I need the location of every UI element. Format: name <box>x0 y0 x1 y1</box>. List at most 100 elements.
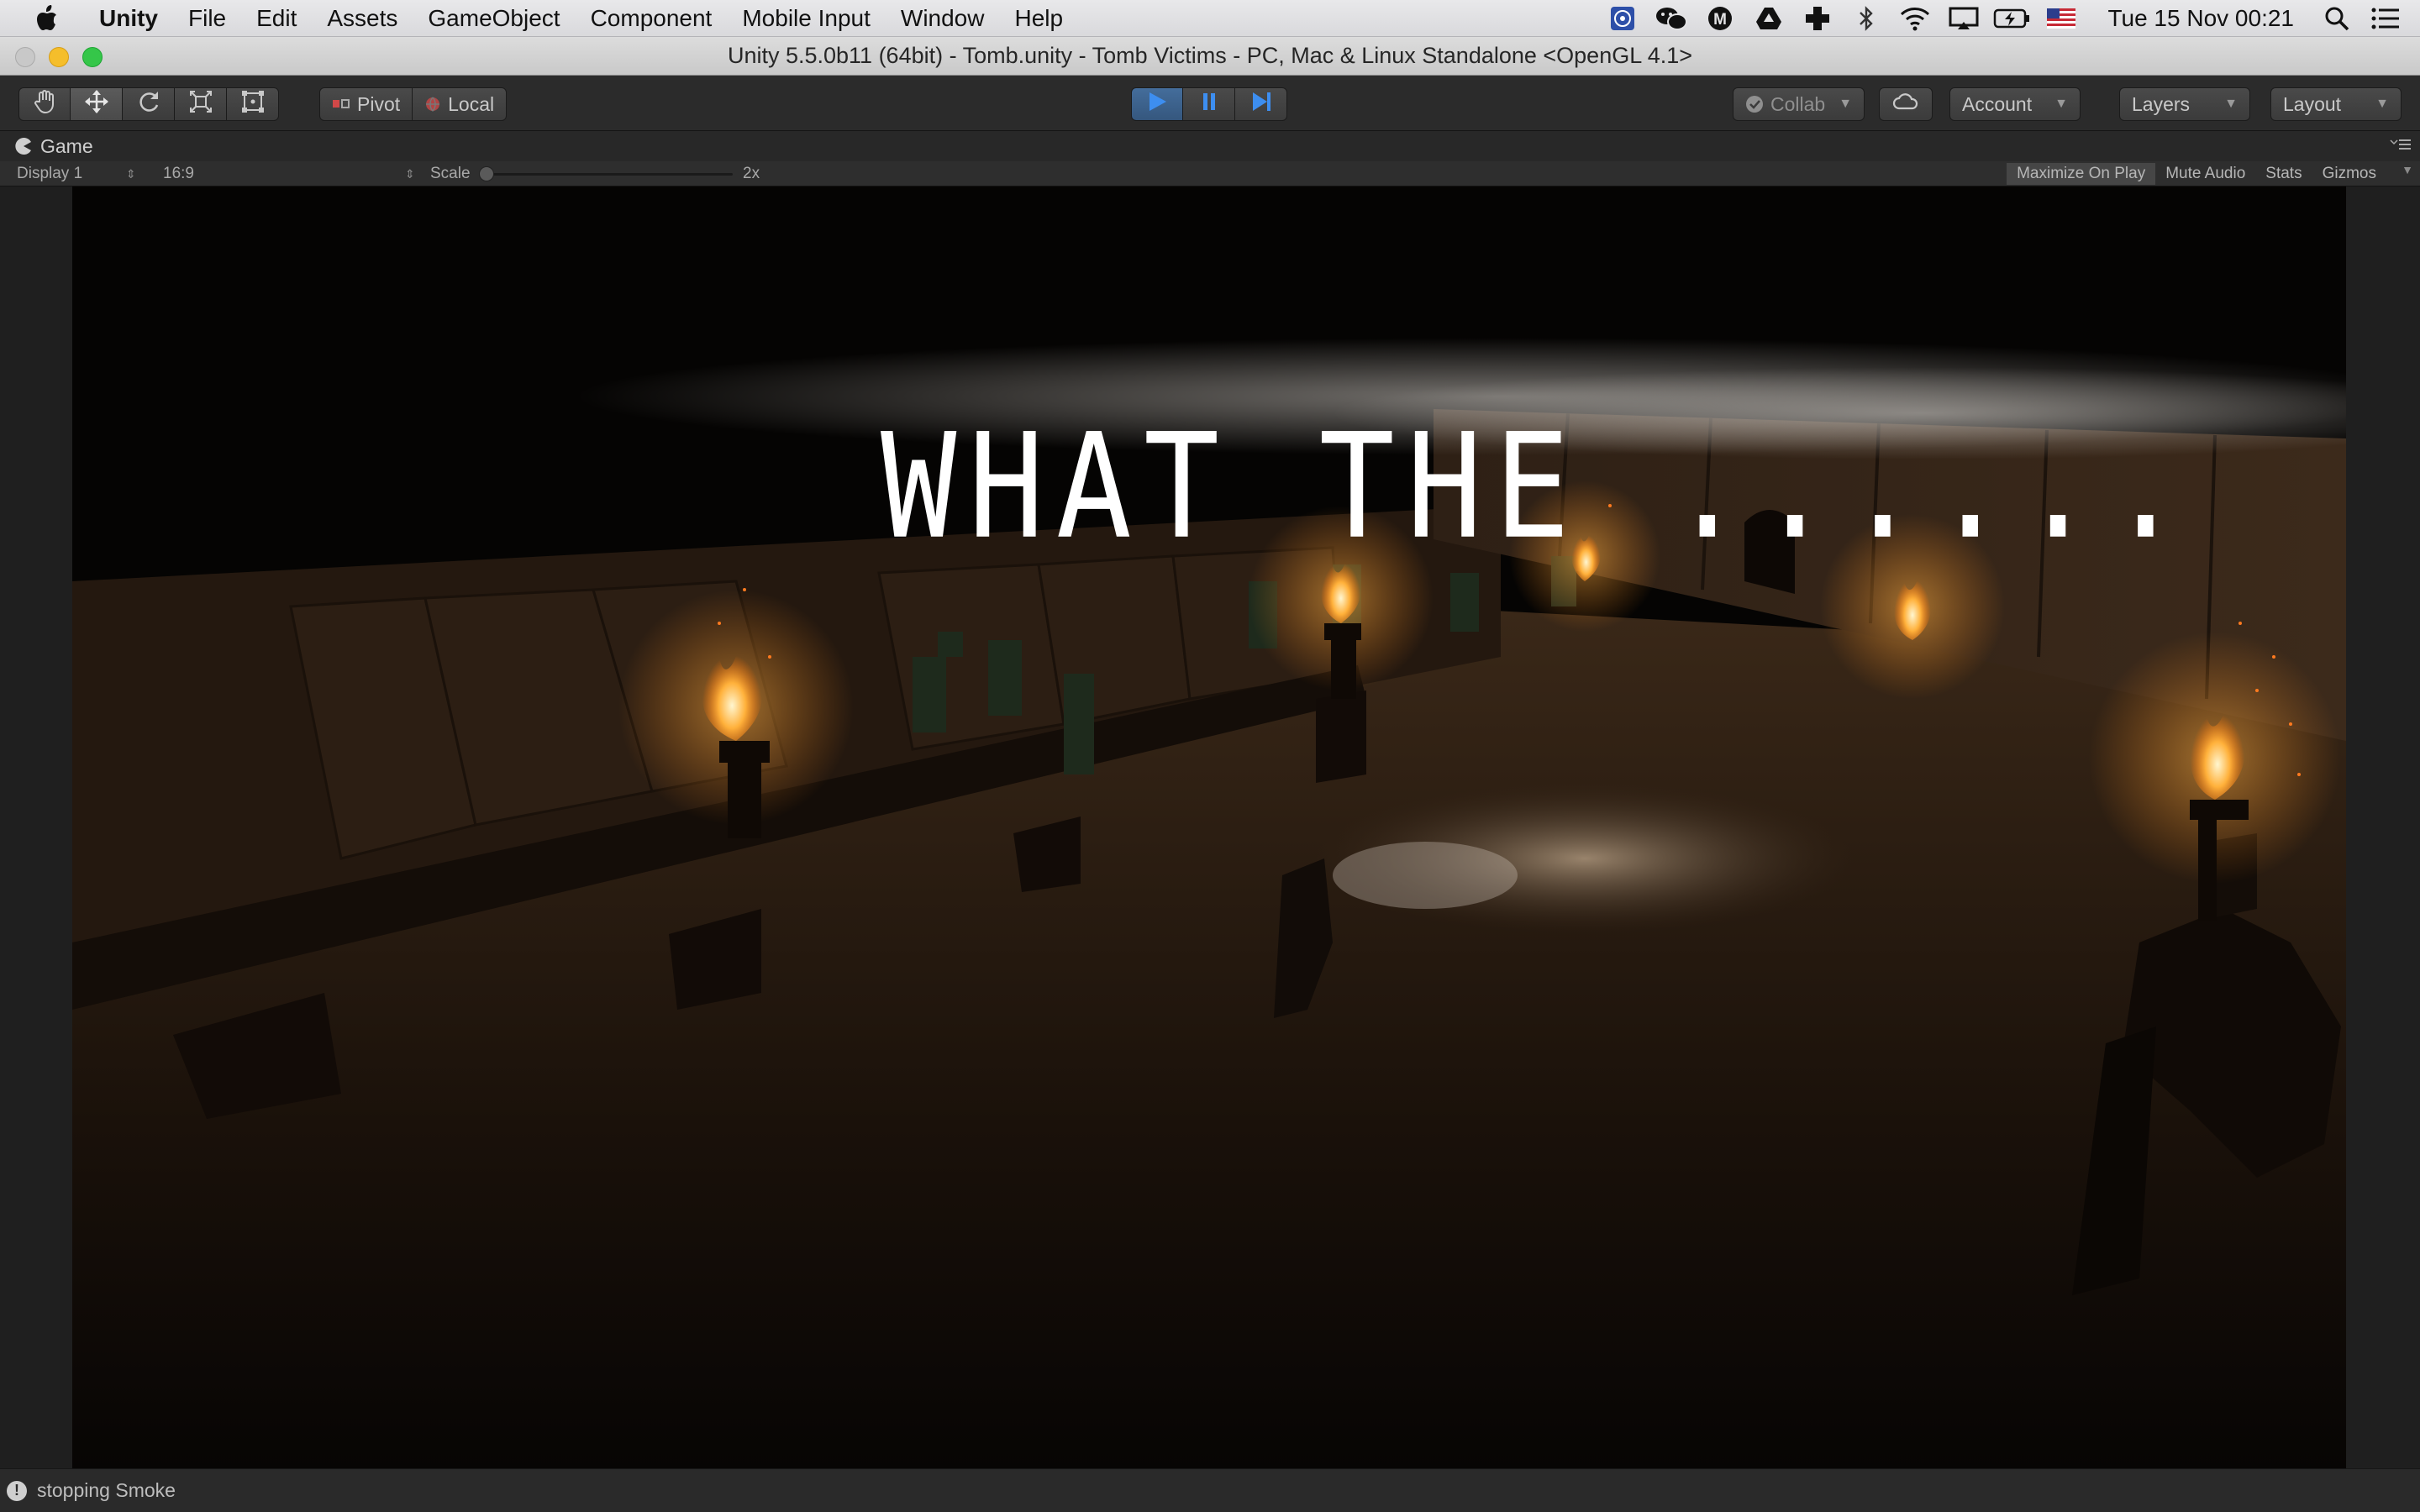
game-panel-tab-bar: Game <box>0 131 2420 161</box>
menu-gameobject[interactable]: GameObject <box>413 0 575 37</box>
collab-label: Collab <box>1770 92 1826 115</box>
layout-group: Layout ▼ <box>2270 87 2402 121</box>
notification-center-icon[interactable] <box>2361 0 2410 37</box>
checkmark-icon <box>1745 95 1764 113</box>
play-button[interactable] <box>1131 87 1183 121</box>
pause-button[interactable] <box>1183 87 1235 121</box>
pivot-button[interactable]: Pivot <box>319 87 413 121</box>
menu-assets[interactable]: Assets <box>312 0 413 37</box>
game-scene-render <box>72 338 2346 1468</box>
chevron-down-icon: ▼ <box>1839 97 1853 111</box>
google-drive-icon[interactable] <box>1744 0 1793 37</box>
accessibility-icon[interactable] <box>1598 0 1647 37</box>
cloud-group <box>1879 87 1933 121</box>
maximize-on-play-toggle[interactable]: Maximize On Play <box>2007 163 2156 185</box>
spotlight-search-icon[interactable] <box>2312 0 2361 37</box>
wifi-icon[interactable] <box>1891 0 1939 37</box>
window-controls <box>15 47 103 67</box>
game-tab-label: Game <box>40 134 93 157</box>
tab-game[interactable]: Game <box>15 135 93 158</box>
menu-file[interactable]: File <box>173 0 241 37</box>
account-label: Account <box>1962 92 2033 115</box>
svg-text:M: M <box>1714 11 1728 29</box>
scale-label: Scale <box>430 165 471 182</box>
menu-component[interactable]: Component <box>576 0 728 37</box>
layers-group: Layers ▼ <box>2119 87 2250 121</box>
display-label: Display 1 <box>17 165 83 182</box>
stats-toggle[interactable]: Stats <box>2255 163 2312 185</box>
scale-value: 2x <box>743 165 760 182</box>
mac-menu-bar: Unity File Edit Assets GameObject Compon… <box>0 0 2420 37</box>
menu-window[interactable]: Window <box>886 0 1000 37</box>
scale-slider-track[interactable] <box>486 173 733 176</box>
local-label: Local <box>448 92 495 115</box>
pivot-icon <box>332 97 350 111</box>
playback-controls <box>1131 87 1287 121</box>
bluetooth-icon[interactable] <box>1842 0 1891 37</box>
chevron-down-icon[interactable]: ▼ <box>2402 163 2413 176</box>
display-select[interactable]: Display 1 <box>17 161 82 186</box>
info-icon: ! <box>7 1480 27 1501</box>
chevron-down-icon: ▼ <box>2054 97 2068 111</box>
scale-slider-handle[interactable] <box>479 166 494 181</box>
account-group: Account ▼ <box>1949 87 2081 121</box>
menubar-clock[interactable]: Tue 15 Nov 00:21 <box>2086 5 2312 32</box>
rect-tool-button[interactable] <box>227 87 279 121</box>
layers-label: Layers <box>2132 92 2191 115</box>
battery-charging-icon[interactable] <box>1988 0 2037 37</box>
us-flag-icon[interactable] <box>2037 0 2086 37</box>
pivot-local-toggle: Pivot Local <box>319 87 508 121</box>
status-bar: ! stopping Smoke <box>0 1468 2420 1512</box>
menu-edit[interactable]: Edit <box>241 0 312 37</box>
hand-tool-button[interactable] <box>18 87 71 121</box>
rotate-tool-button[interactable] <box>123 87 175 121</box>
game-view-toggles: Maximize On Play Mute Audio Stats Gizmos <box>2007 163 2386 185</box>
panel-menu-icon[interactable] <box>2390 138 2412 155</box>
layers-dropdown[interactable]: Layers ▼ <box>2119 87 2250 121</box>
menu-extras: M Tue 15 Nov 00:21 <box>1598 0 2410 37</box>
m-app-icon[interactable]: M <box>1696 0 1744 37</box>
game-view-area: WHAT THE ...... <box>0 186 2420 1468</box>
game-overlay-text: WHAT THE ...... <box>881 403 2196 572</box>
close-window-button[interactable] <box>15 47 35 67</box>
zoom-window-button[interactable] <box>82 47 103 67</box>
window-title-bar: Unity 5.5.0b11 (64bit) - Tomb.unity - To… <box>0 37 2420 76</box>
game-view-controls: Display 1 ⇕ 16:9 ⇕ Scale 2x Maximize On … <box>0 161 2420 186</box>
crosshair-app-icon[interactable] <box>1793 0 1842 37</box>
mute-audio-toggle[interactable]: Mute Audio <box>2155 163 2255 185</box>
status-message[interactable]: stopping Smoke <box>37 1479 176 1502</box>
pivot-label: Pivot <box>357 92 401 115</box>
cloud-icon <box>1891 92 1920 116</box>
rotate-tool-icon <box>136 89 161 119</box>
menu-unity[interactable]: Unity <box>84 0 173 37</box>
move-tool-icon <box>84 89 109 119</box>
apple-logo-icon[interactable] <box>29 4 66 32</box>
transform-tools <box>18 87 279 121</box>
scale-tool-icon <box>188 89 213 119</box>
local-globe-icon <box>424 96 441 113</box>
account-dropdown[interactable]: Account ▼ <box>1949 87 2081 121</box>
airplay-icon[interactable] <box>1939 0 1988 37</box>
updown-arrow-icon: ⇕ <box>405 167 415 181</box>
minimize-window-button[interactable] <box>49 47 69 67</box>
window-title: Unity 5.5.0b11 (64bit) - Tomb.unity - To… <box>727 43 1693 68</box>
move-tool-button[interactable] <box>71 87 123 121</box>
menu-help[interactable]: Help <box>999 0 1078 37</box>
aspect-select[interactable]: 16:9 <box>163 161 194 186</box>
unity-toolbar: Pivot Local Collab ▼ Account ▼ Layers ▼ … <box>0 76 2420 131</box>
layout-dropdown[interactable]: Layout ▼ <box>2270 87 2402 121</box>
menu-mobile-input[interactable]: Mobile Input <box>727 0 886 37</box>
chevron-down-icon: ▼ <box>2375 97 2389 111</box>
pause-icon <box>1197 89 1222 119</box>
hand-tool-icon <box>32 89 57 119</box>
step-button[interactable] <box>1235 87 1287 121</box>
collab-dropdown[interactable]: Collab ▼ <box>1733 87 1865 121</box>
scale-tool-button[interactable] <box>175 87 227 121</box>
wechat-icon[interactable] <box>1647 0 1696 37</box>
game-viewport[interactable]: WHAT THE ...... <box>72 186 2346 1468</box>
updown-arrow-icon: ⇕ <box>126 167 136 181</box>
rect-tool-icon <box>240 89 266 119</box>
local-button[interactable]: Local <box>413 87 508 121</box>
gizmos-toggle[interactable]: Gizmos <box>2312 163 2386 185</box>
cloud-services-button[interactable] <box>1879 87 1933 121</box>
